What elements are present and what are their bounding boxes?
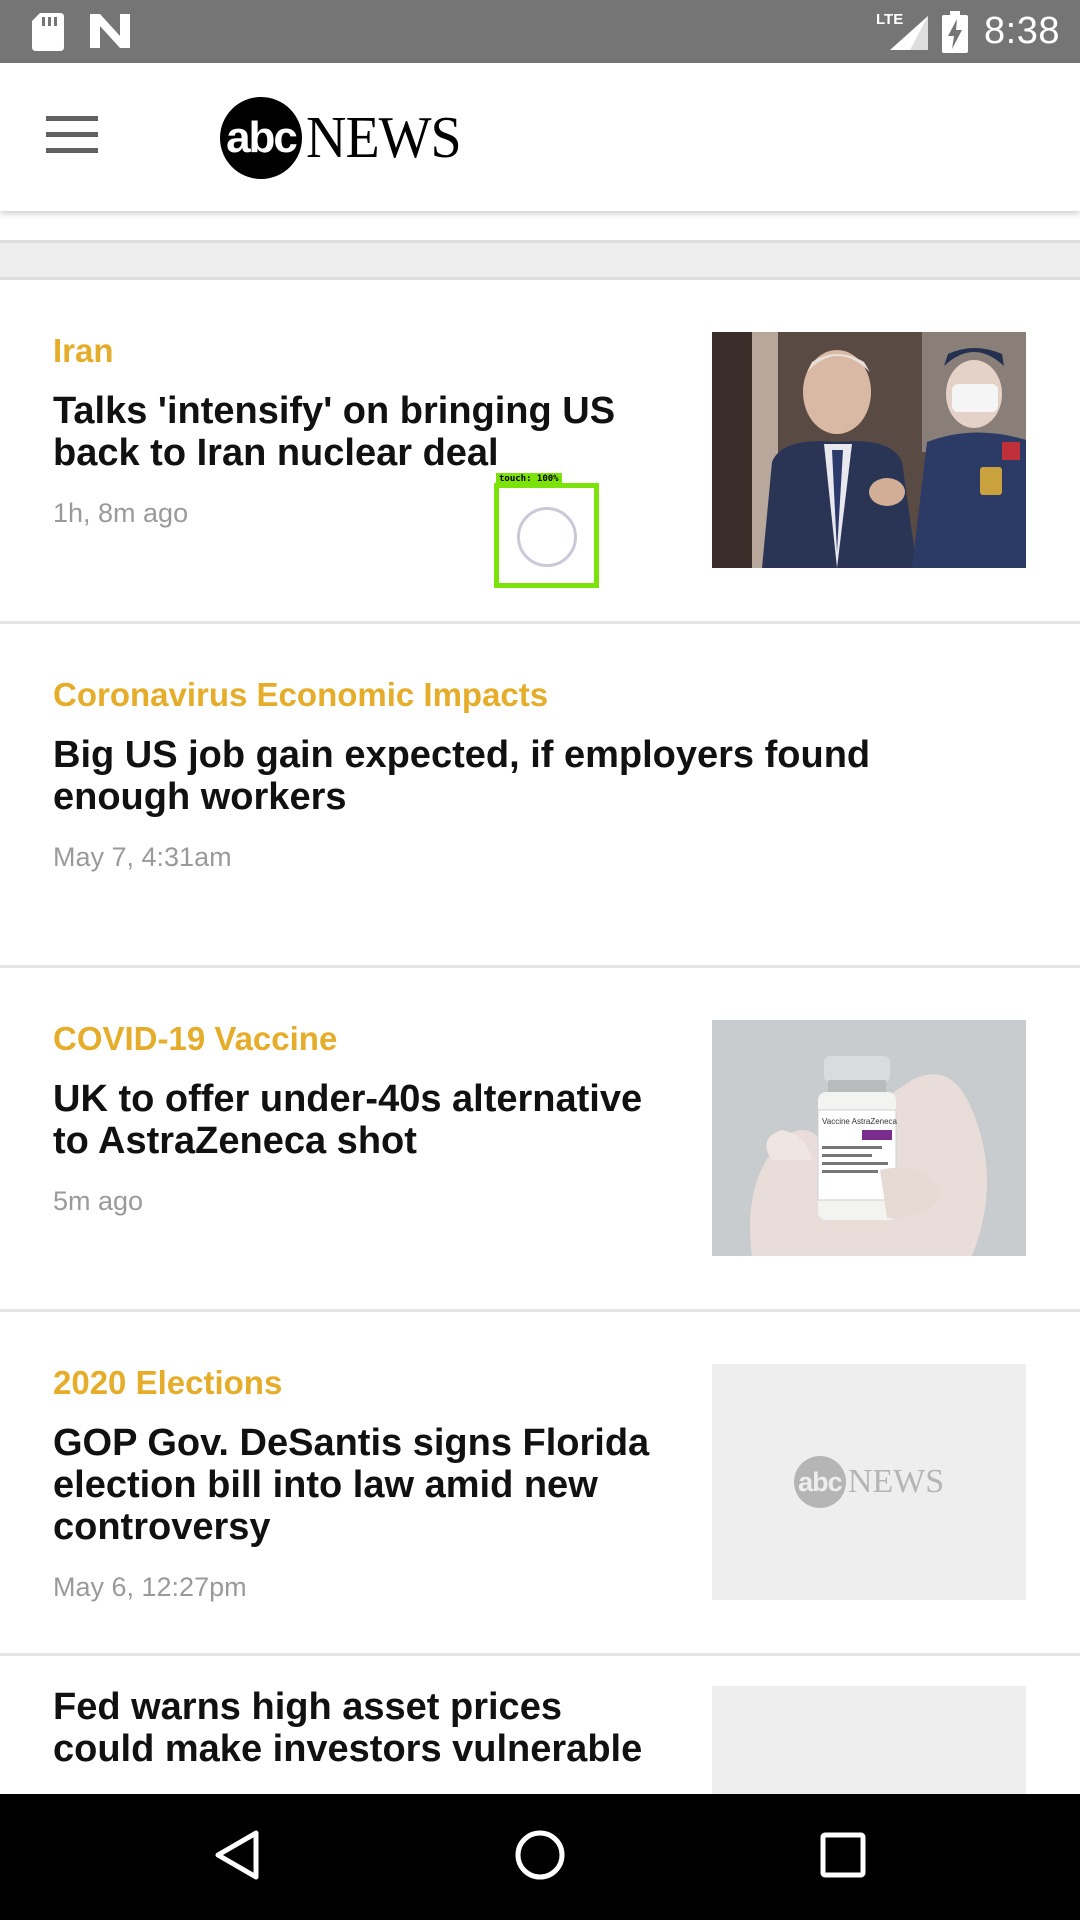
abc-logo-circle: abc — [220, 97, 302, 179]
article-category: 2020 Elections — [53, 1364, 283, 1401]
article-category: COVID-19 Vaccine — [53, 1020, 338, 1057]
news-logo-word: NEWS — [306, 105, 462, 171]
app-header: abc NEWS — [0, 63, 1080, 211]
article-timestamp: 5m ago — [53, 1186, 144, 1216]
home-icon — [514, 1829, 566, 1886]
article-card[interactable]: Coronavirus Economic Impacts Big US job … — [0, 624, 1080, 968]
svg-text:Vaccine AstraZeneca: Vaccine AstraZeneca — [822, 1117, 898, 1126]
n-notification-icon — [90, 14, 130, 53]
svg-text:LTE: LTE — [876, 11, 903, 28]
status-clock: 8:38 — [984, 10, 1060, 52]
photo-diplomat-image — [712, 332, 1026, 568]
battery-charging-icon — [942, 11, 968, 58]
touch-point-icon — [517, 507, 577, 567]
article-timestamp: May 6, 12:27pm — [53, 1572, 247, 1602]
article-headline[interactable]: Fed warns high asset prices could make i… — [53, 1686, 653, 1770]
back-button[interactable] — [202, 1824, 272, 1890]
article-headline[interactable]: GOP Gov. DeSantis signs Florida election… — [53, 1422, 653, 1548]
article-card[interactable]: Fed warns high asset prices could make i… — [0, 1656, 1080, 1816]
article-thumbnail-placeholder[interactable]: abc NEWS — [712, 1364, 1026, 1600]
article-headline[interactable]: Big US job gain expected, if employers f… — [53, 734, 973, 818]
recents-icon — [820, 1832, 866, 1883]
article-card[interactable]: COVID-19 Vaccine UK to offer under-40s a… — [0, 968, 1080, 1312]
system-nav-bar — [0, 1794, 1080, 1920]
status-bar: LTE 8:38 — [0, 0, 1080, 63]
photo-vaccine-vial-image: Vaccine AstraZeneca — [712, 1020, 1026, 1256]
back-icon — [214, 1829, 260, 1886]
article-category: Iran — [53, 332, 114, 369]
menu-button[interactable] — [36, 107, 108, 167]
sd-card-icon — [32, 13, 64, 56]
article-timestamp: May 7, 4:31am — [53, 842, 232, 872]
article-timestamp: 1h, 8m ago — [53, 498, 189, 528]
feed-divider — [0, 240, 1080, 280]
article-headline[interactable]: UK to offer under-40s alternative to Ast… — [53, 1078, 653, 1162]
home-button[interactable] — [505, 1824, 575, 1890]
article-category: Coronavirus Economic Impacts — [53, 676, 549, 713]
article-headline[interactable]: Talks 'intensify' on bringing US back to… — [53, 390, 653, 474]
article-thumbnail[interactable] — [712, 332, 1026, 568]
article-thumbnail[interactable]: Vaccine AstraZeneca — [712, 1020, 1026, 1256]
touch-indicator-label: touch: 100% — [496, 473, 562, 485]
recents-button[interactable] — [808, 1824, 878, 1890]
article-card[interactable]: 2020 Elections GOP Gov. DeSantis signs F… — [0, 1312, 1080, 1656]
abc-news-placeholder-logo: abc NEWS — [793, 1456, 944, 1508]
lte-signal-icon: LTE — [876, 10, 932, 59]
abc-news-logo: abc NEWS — [220, 97, 462, 179]
hamburger-menu-icon — [46, 115, 98, 159]
